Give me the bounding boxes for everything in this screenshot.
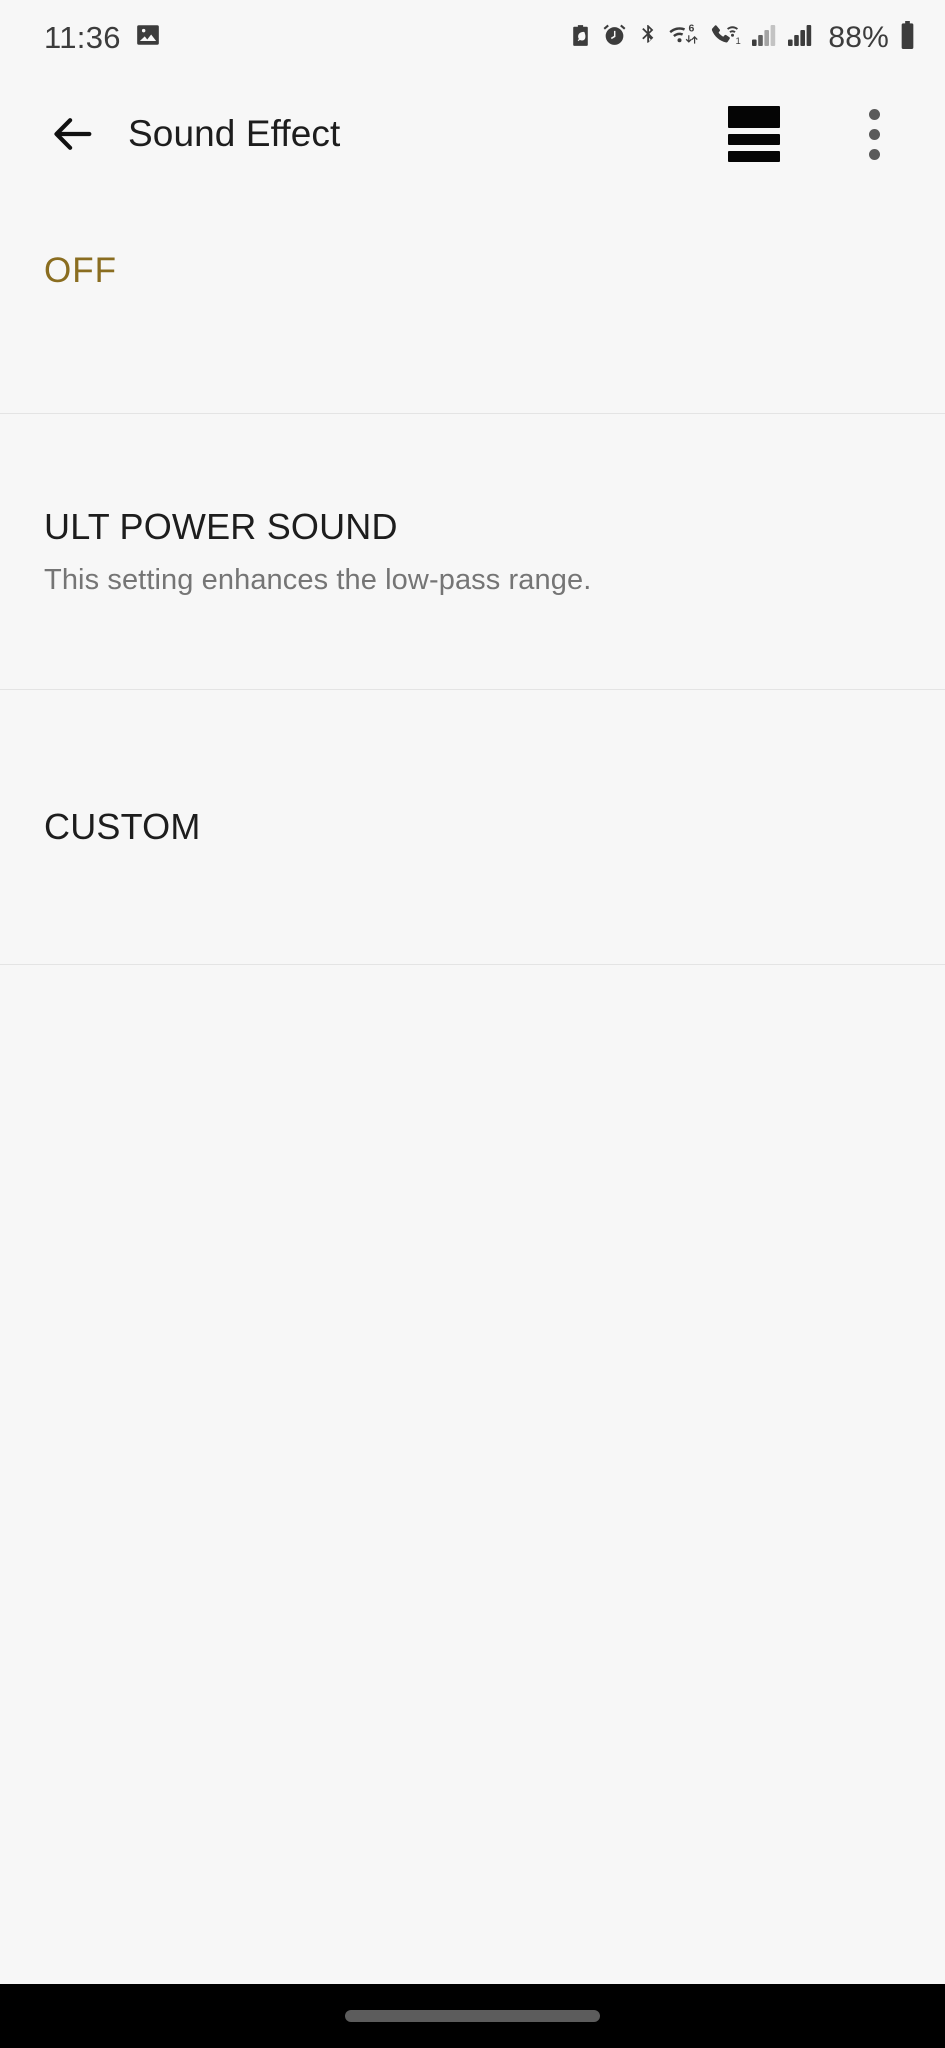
status-badge: OFF (44, 251, 117, 290)
bluetooth-icon (636, 23, 660, 52)
overflow-dot-3 (868, 148, 880, 160)
svg-text:6: 6 (689, 23, 695, 35)
gesture-navigation-bar (0, 1984, 945, 2048)
overflow-dot-2 (868, 128, 880, 140)
back-arrow-icon (54, 118, 92, 150)
list-item-title: CUSTOM (44, 806, 201, 848)
battery-percent-label: 88% (828, 20, 889, 54)
app-bar: Sound Effect (0, 75, 945, 193)
equalizer-bar-2 (728, 134, 780, 145)
svg-text:1: 1 (736, 36, 741, 47)
battery-icon (898, 21, 917, 54)
status-bar-right: 6 1 88% (568, 21, 917, 55)
equalizer-bar-1 (728, 106, 780, 128)
wifi-calling-icon: 1 (710, 22, 743, 53)
empty-area (0, 965, 945, 1984)
status-bar-clock: 11:36 (44, 20, 121, 55)
phone-screen: 11:36 6 1 88% Sound Effect OFF ULT POWER… (0, 0, 945, 2048)
list-item-custom[interactable]: CUSTOM (0, 690, 945, 964)
signal-bars-icon-sim2 (788, 23, 815, 53)
equalizer-icon[interactable] (717, 97, 791, 171)
alarm-icon (602, 23, 627, 53)
status-bar: 11:36 6 1 88% (0, 0, 945, 75)
list-item-subtitle: This setting enhances the low-pass range… (44, 564, 592, 597)
equalizer-bar-3 (728, 151, 780, 162)
overflow-menu-icon[interactable] (837, 97, 911, 171)
status-bar-left: 11:36 (44, 22, 161, 53)
wifi-6-icon: 6 (669, 22, 701, 53)
home-gesture-handle[interactable] (345, 2010, 600, 2022)
list-item-ult-power-sound[interactable]: ULT POWER SOUND This setting enhances th… (0, 414, 945, 689)
back-button[interactable] (44, 105, 102, 163)
list-item-sound-effect-state[interactable]: OFF (0, 193, 945, 413)
list-item-title: ULT POWER SOUND (44, 506, 398, 547)
signal-bars-icon-sim1 (752, 23, 779, 53)
page-title: Sound Effect (128, 113, 341, 154)
battery-saver-icon (568, 23, 593, 53)
overflow-dot-1 (868, 108, 880, 120)
settings-list: OFF ULT POWER SOUND This setting enhance… (0, 193, 945, 1984)
photo-icon (135, 22, 161, 53)
